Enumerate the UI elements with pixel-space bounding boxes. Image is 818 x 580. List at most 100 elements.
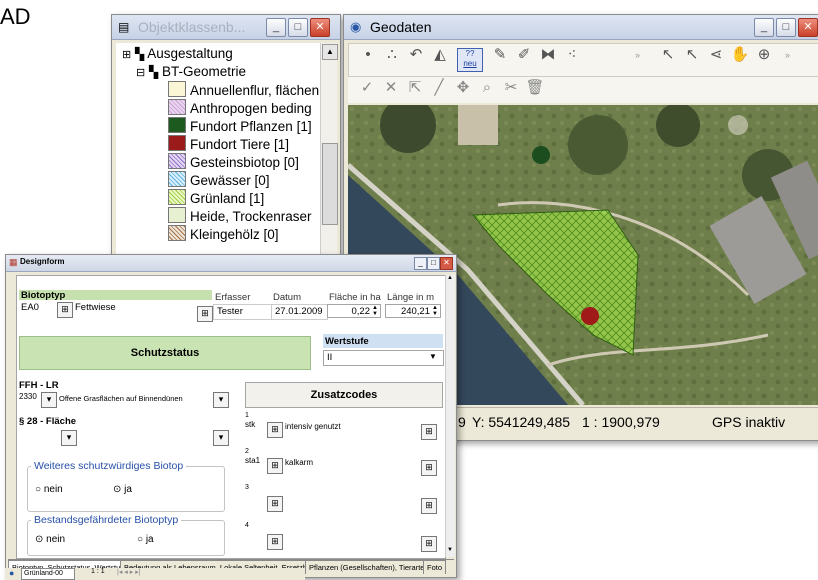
- designform-window: ▦ Designform _ □ ✕ Biotoptyp EA0 ⊞ Fettw…: [5, 254, 457, 578]
- record-select[interactable]: Grünland-00: [21, 568, 75, 580]
- minimize-button[interactable]: _: [414, 257, 427, 270]
- polygon-tool-icon[interactable]: ◭: [429, 44, 451, 66]
- select-arrow-icon[interactable]: ↖: [657, 44, 679, 66]
- s28-lookup-button[interactable]: ▾: [213, 430, 229, 446]
- tab-foto[interactable]: Foto: [423, 560, 447, 574]
- identify-arrow-icon[interactable]: ↖: [681, 44, 703, 66]
- draw-line-icon[interactable]: ╱: [428, 77, 450, 99]
- map-toolbar-edit: ✓ ✕ ⇱ ╱ ✥ ⌕ ✂ 🗑: [348, 77, 818, 103]
- y-coordinate: Y: 5541249,485: [472, 414, 571, 430]
- biotoptyp-value: Fettwiese: [75, 302, 116, 313]
- tree-item-ausgestaltung[interactable]: ⊞ ▚ Ausgestaltung: [122, 45, 233, 63]
- chevron-down-icon[interactable]: ▼: [429, 352, 437, 361]
- tree-item-bt-geometrie[interactable]: ⊟ ▚ BT-Geometrie: [136, 63, 246, 81]
- minimize-button[interactable]: _: [266, 18, 286, 37]
- close-button[interactable]: ✕: [798, 18, 818, 37]
- laenge-value: 240,21: [400, 306, 430, 317]
- tree-item-label: Annuellenflur, flächen: [190, 83, 320, 98]
- tree-item-fundort-pflanzen[interactable]: Fundort Pflanzen [1]: [168, 117, 312, 135]
- tree-item-kleingehoelz[interactable]: Kleingehölz [0]: [168, 225, 279, 243]
- record-icon: ●: [9, 568, 15, 578]
- scroll-down-icon[interactable]: ▼: [447, 547, 453, 553]
- point-tool-icon[interactable]: •: [357, 44, 379, 66]
- cut-icon[interactable]: ✂: [500, 77, 522, 99]
- s28-label: § 28 - Fläche: [19, 416, 77, 427]
- vertex-tool-icon[interactable]: ⁖: [561, 44, 583, 66]
- maximize-button[interactable]: □: [776, 18, 796, 37]
- scroll-thumb[interactable]: [322, 143, 338, 225]
- lasso-tool-icon[interactable]: ✎: [489, 44, 511, 66]
- erfasser-field[interactable]: Tester: [213, 304, 272, 320]
- new-object-button[interactable]: ?? neu: [457, 48, 483, 72]
- zusatz-lookup-button-4[interactable]: ⊞: [267, 534, 283, 550]
- datum-field[interactable]: 27.01.2009: [271, 304, 328, 320]
- swatch-icon: [168, 207, 186, 223]
- scroll-up-button[interactable]: ▲: [322, 44, 338, 60]
- wertstufe-select[interactable]: II: [323, 350, 444, 366]
- move-icon[interactable]: ✥: [452, 77, 474, 99]
- ffh-dropdown-button[interactable]: ▾: [41, 392, 57, 408]
- pan-hand-icon[interactable]: ✋: [729, 44, 751, 66]
- close-button[interactable]: ✕: [310, 18, 330, 37]
- schutzstatus-label: Schutzstatus: [130, 347, 200, 359]
- maximize-button[interactable]: □: [427, 257, 440, 270]
- swatch-icon: [168, 153, 186, 169]
- multipoint-tool-icon[interactable]: ∴: [381, 44, 403, 66]
- add-vertex-icon[interactable]: ⇱: [404, 77, 426, 99]
- schutzstatus-button[interactable]: Schutzstatus: [19, 336, 311, 370]
- form-scrollbar[interactable]: ▲ ▼: [445, 275, 455, 557]
- search-icon[interactable]: ⌕: [476, 77, 498, 99]
- minimize-button[interactable]: _: [754, 18, 774, 37]
- zusatz-value-1: intensiv genutzt: [285, 422, 341, 431]
- tree-item-anthropogen[interactable]: Anthropogen beding: [168, 99, 312, 117]
- collapse-icon[interactable]: ⊟: [136, 67, 145, 79]
- line-tool-icon[interactable]: ↶: [405, 44, 427, 66]
- biotoptyp-lookup-button[interactable]: ⊞: [197, 306, 213, 322]
- zusatz-lookup-button-3[interactable]: ⊞: [267, 496, 283, 512]
- cancel-icon[interactable]: ✕: [380, 77, 402, 99]
- tree-item-heide[interactable]: Heide, Trockenraser: [168, 207, 312, 225]
- zusatzcodes-button[interactable]: Zusatzcodes: [245, 382, 443, 408]
- tree-item-annuellenflur[interactable]: Annuellenflur, flächen: [168, 81, 319, 99]
- ffh-lookup-button[interactable]: ▾: [213, 392, 229, 408]
- tree-item-fundort-tiere[interactable]: Fundort Tiere [1]: [168, 135, 289, 153]
- s28-dropdown-button[interactable]: ▾: [61, 430, 77, 446]
- zusatz-select-button-4[interactable]: ⊞: [421, 536, 437, 552]
- laenge-spinner[interactable]: ▲ ▼: [432, 305, 438, 317]
- toolbar-overflow-icon[interactable]: »: [635, 50, 640, 60]
- designform-footer: ● Grünland-00 1 : 1 |◂ ◂ ▸ ▸|: [5, 568, 305, 580]
- geodaten-title: Geodaten: [370, 19, 432, 35]
- tree-item-label: Kleingehölz [0]: [190, 227, 279, 242]
- schutzw-yes-radio[interactable]: ⊙ ja: [113, 484, 132, 495]
- maximize-button[interactable]: □: [288, 18, 308, 37]
- zusatz-lookup-button-2[interactable]: ⊞: [267, 458, 283, 474]
- confirm-icon[interactable]: ✓: [356, 77, 378, 99]
- tab-pflanzen[interactable]: Pflanzen (Gesellschaften), Tierarten: [305, 560, 433, 574]
- tree-item-gruenland[interactable]: Grünland [1]: [168, 189, 264, 207]
- tree-item-gewaesser[interactable]: Gewässer [0]: [168, 171, 270, 189]
- gefaehrdet-no-radio[interactable]: ⊙ nein: [35, 534, 65, 545]
- record-nav-buttons[interactable]: |◂ ◂ ▸ ▸|: [117, 568, 141, 576]
- x-coordinate-partial: 9: [458, 414, 466, 430]
- zusatz-select-button-2[interactable]: ⊞: [421, 460, 437, 476]
- delete-icon[interactable]: 🗑: [524, 77, 546, 99]
- biotoptyp-code-lookup-button[interactable]: ⊞: [57, 302, 73, 318]
- toolbar-overflow-icon[interactable]: »: [785, 50, 790, 60]
- wertstufe-value: II: [327, 352, 333, 363]
- lasso-edit-icon[interactable]: ✐: [513, 44, 535, 66]
- zusatz-lookup-button-1[interactable]: ⊞: [267, 422, 283, 438]
- share-icon[interactable]: ⋖: [705, 44, 727, 66]
- zoom-in-icon[interactable]: ⊕: [753, 44, 775, 66]
- split-tool-icon[interactable]: ⧓: [537, 44, 559, 66]
- tree-item-gesteinsbiotop[interactable]: Gesteinsbiotop [0]: [168, 153, 299, 171]
- zusatz-select-button-3[interactable]: ⊞: [421, 498, 437, 514]
- scroll-up-icon[interactable]: ▲: [447, 275, 453, 281]
- expand-icon[interactable]: ⊞: [122, 49, 131, 61]
- close-button[interactable]: ✕: [440, 257, 453, 270]
- swatch-icon: [168, 117, 186, 133]
- schutzw-no-radio[interactable]: ○ nein: [35, 484, 63, 495]
- zusatz-num-3: 3: [245, 484, 249, 491]
- gefaehrdet-yes-radio[interactable]: ○ ja: [137, 534, 154, 545]
- zusatz-select-button-1[interactable]: ⊞: [421, 424, 437, 440]
- flaeche-spinner[interactable]: ▲ ▼: [372, 305, 378, 317]
